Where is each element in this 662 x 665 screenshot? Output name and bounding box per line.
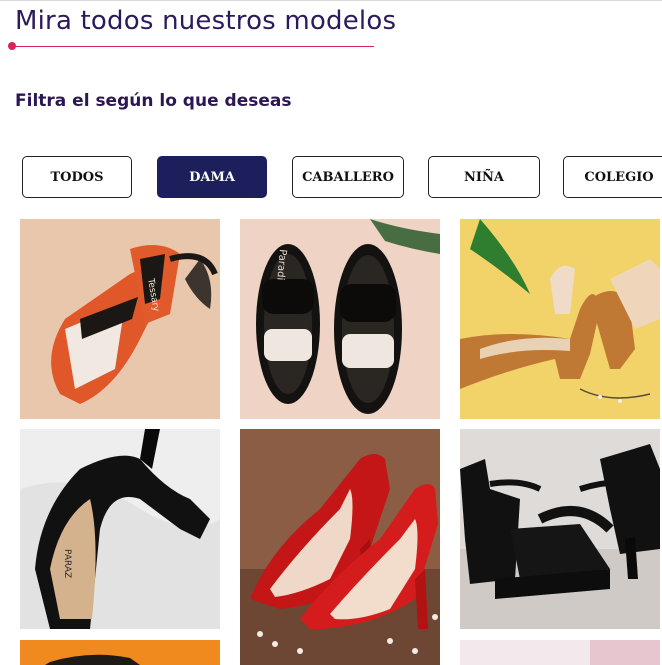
product-image-black-pump: PARAZ (20, 429, 220, 629)
product-image-platform-heel (460, 219, 660, 419)
product-image-orange-sandal: Tessary (20, 219, 220, 419)
filter-button-todos[interactable]: TODOS (22, 156, 132, 198)
product-tile-black-pump[interactable]: PARAZ (20, 429, 220, 629)
page-title: Mira todos nuestros modelos (15, 6, 397, 36)
product-image-strappy-heel (460, 429, 660, 629)
product-tile-strappy-heel[interactable] (460, 429, 660, 629)
product-tile-orange-sandal[interactable]: Tessary (20, 219, 220, 419)
product-brand-label: PARAZ (62, 549, 72, 578)
filter-button-dama[interactable]: DAMA (157, 156, 267, 198)
top-border (0, 0, 662, 1)
filter-button-nina[interactable]: NIÑA (428, 156, 540, 198)
product-tile-braided-slide[interactable]: Paradi (240, 219, 440, 419)
filter-button-colegio[interactable]: COLEGIO (563, 156, 662, 198)
product-tile-partial-pink[interactable] (460, 640, 660, 665)
title-underline-dot (8, 42, 16, 50)
product-tile-red-pump[interactable] (240, 429, 440, 665)
filter-button-caballero[interactable]: CABALLERO (292, 156, 404, 198)
filter-heading: Filtra el según lo que deseas (15, 91, 292, 111)
product-image-partial-pink (460, 640, 660, 665)
filter-bar: TODOS DAMA CABALLERO NIÑA COLEGIO (22, 156, 662, 200)
title-underline (12, 46, 374, 47)
product-image-partial-orange (20, 640, 220, 665)
product-tile-platform-heel[interactable] (460, 219, 660, 419)
product-image-braided-slide: Paradi (240, 219, 440, 419)
product-image-red-pump (240, 429, 440, 665)
product-tile-partial-orange[interactable] (20, 640, 220, 665)
